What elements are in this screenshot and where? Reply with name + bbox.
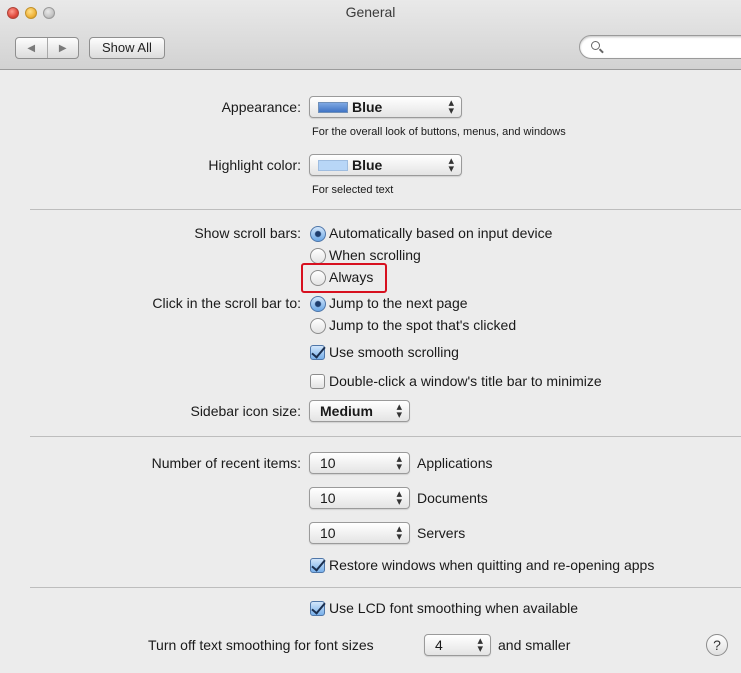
text-smoothing-size-popup[interactable]: 4 ▴ ▾ [424, 634, 491, 656]
popup-arrows-icon: ▴ ▾ [448, 97, 454, 117]
checkbox-checked-icon [310, 601, 325, 616]
checkbox-checked-icon [310, 558, 325, 573]
radio-icon [310, 248, 326, 264]
radio-selected-icon [310, 296, 326, 312]
section-divider [30, 587, 741, 588]
show-all-button[interactable]: Show All [89, 37, 165, 59]
highlight-swatch [318, 160, 348, 171]
show-scroll-bars-label: Show scroll bars: [194, 225, 301, 241]
title-bar: General ◀ ▶ Show All [0, 0, 741, 70]
highlight-value: Blue [352, 157, 383, 173]
popup-arrows-icon: ▴ ▾ [448, 155, 454, 175]
general-preferences-pane: Appearance: Blue ▴ ▾ For the overall look… [0, 71, 741, 673]
appearance-popup[interactable]: Blue ▴ ▾ [309, 96, 462, 118]
checkbox-icon [310, 374, 325, 389]
option-label: Automatically based on input device [329, 225, 553, 241]
appearance-help: For the overall look of buttons, menus, … [312, 126, 566, 138]
option-label: When scrolling [329, 247, 421, 263]
appearance-swatch [318, 102, 348, 113]
section-divider [30, 209, 741, 210]
sidebar-icon-size-value: Medium [320, 403, 373, 419]
recent-applications-popup[interactable]: 10 ▴ ▾ [309, 452, 410, 474]
back-icon[interactable]: ◀ [16, 38, 47, 58]
radio-icon [310, 318, 326, 334]
recent-servers-value: 10 [320, 525, 336, 541]
popup-arrows-icon: ▴ ▾ [477, 635, 483, 655]
highlight-color-label: Highlight color: [208, 157, 301, 173]
back-forward-group: ◀ ▶ [15, 37, 79, 59]
popup-arrows-icon: ▴ ▾ [396, 453, 402, 473]
servers-label: Servers [417, 525, 466, 541]
option-label: Jump to the spot that's clicked [329, 317, 517, 333]
highlight-color-popup[interactable]: Blue ▴ ▾ [309, 154, 462, 176]
checkbox-label: Use LCD font smoothing when available [329, 600, 579, 616]
recent-documents-value: 10 [320, 490, 336, 506]
recent-servers-popup[interactable]: 10 ▴ ▾ [309, 522, 410, 544]
checkbox-label: Use smooth scrolling [329, 344, 459, 360]
highlight-help: For selected text [312, 184, 394, 196]
forward-icon[interactable]: ▶ [46, 38, 79, 58]
appearance-value: Blue [352, 99, 383, 115]
sidebar-icon-size-popup[interactable]: Medium ▴ ▾ [309, 400, 410, 422]
text-smoothing-label: Turn off text smoothing for font sizes [148, 637, 374, 653]
system-preferences-window: General ◀ ▶ Show All Appearance: Blue ▴ ▾… [0, 0, 741, 673]
option-label: Jump to the next page [329, 295, 468, 311]
checkbox-label: Double-click a window's title bar to min… [329, 373, 602, 389]
search-input[interactable] [579, 35, 741, 59]
popup-arrows-icon: ▴ ▾ [396, 488, 402, 508]
applications-label: Applications [417, 455, 493, 471]
sidebar-icon-size-label: Sidebar icon size: [190, 403, 301, 419]
recent-applications-value: 10 [320, 455, 336, 471]
checkbox-label: Restore windows when quitting and re-ope… [329, 557, 655, 573]
documents-label: Documents [417, 490, 488, 506]
recent-items-label: Number of recent items: [151, 455, 301, 471]
section-divider [30, 436, 741, 437]
search-icon [591, 41, 600, 50]
text-smoothing-size-value: 4 [435, 637, 443, 653]
radio-selected-icon [310, 226, 326, 242]
help-button[interactable]: ? [706, 634, 728, 656]
checkbox-checked-icon [310, 345, 325, 360]
popup-arrows-icon: ▴ ▾ [396, 401, 402, 421]
appearance-label: Appearance: [221, 99, 301, 115]
recent-documents-popup[interactable]: 10 ▴ ▾ [309, 487, 410, 509]
annotation-highlight-box [301, 263, 387, 293]
window-title: General [345, 4, 396, 20]
and-smaller-label: and smaller [498, 637, 571, 653]
click-scroll-bar-label: Click in the scroll bar to: [152, 295, 301, 311]
popup-arrows-icon: ▴ ▾ [396, 523, 402, 543]
